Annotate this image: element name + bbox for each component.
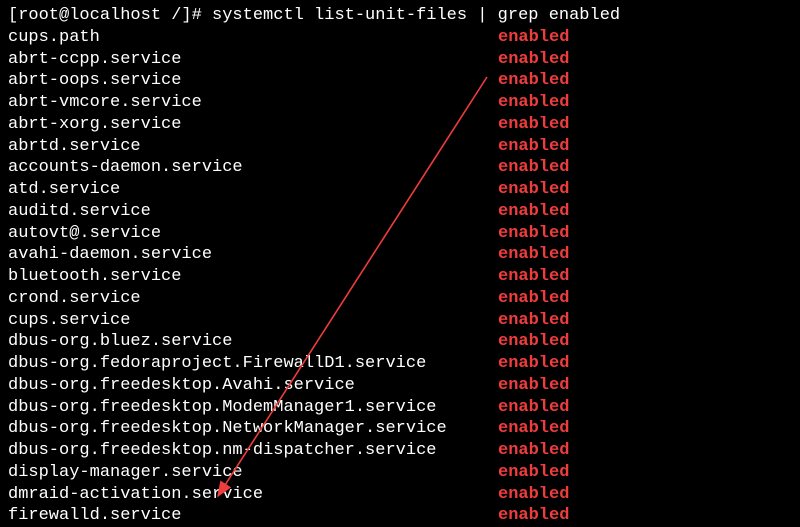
unit-state: enabled: [498, 179, 569, 201]
unit-row: dmraid-activation.serviceenabled: [8, 484, 792, 506]
unit-name: autovt@.service: [8, 223, 498, 245]
unit-row: cups.serviceenabled: [8, 310, 792, 332]
unit-state: enabled: [498, 462, 569, 484]
unit-row: autovt@.serviceenabled: [8, 223, 792, 245]
unit-state: enabled: [498, 114, 569, 136]
unit-name: cups.path: [8, 27, 498, 49]
unit-row: dbus-org.freedesktop.nm-dispatcher.servi…: [8, 440, 792, 462]
unit-row: dbus-org.bluez.serviceenabled: [8, 331, 792, 353]
unit-state: enabled: [498, 418, 569, 440]
unit-state: enabled: [498, 223, 569, 245]
unit-name: dbus-org.fedoraproject.FirewallD1.servic…: [8, 353, 498, 375]
unit-state: enabled: [498, 244, 569, 266]
unit-state: enabled: [498, 505, 569, 527]
unit-row: abrtd.serviceenabled: [8, 136, 792, 158]
unit-name: abrt-ccpp.service: [8, 49, 498, 71]
unit-row: display-manager.serviceenabled: [8, 462, 792, 484]
unit-name: dbus-org.freedesktop.ModemManager1.servi…: [8, 397, 498, 419]
unit-state: enabled: [498, 484, 569, 506]
unit-state: enabled: [498, 92, 569, 114]
unit-list: cups.pathenabledabrt-ccpp.serviceenabled…: [8, 27, 792, 527]
unit-state: enabled: [498, 353, 569, 375]
prompt-line: [root@localhost /]# systemctl list-unit-…: [8, 5, 792, 27]
unit-state: enabled: [498, 331, 569, 353]
unit-name: avahi-daemon.service: [8, 244, 498, 266]
unit-name: dbus-org.freedesktop.Avahi.service: [8, 375, 498, 397]
unit-row: atd.serviceenabled: [8, 179, 792, 201]
unit-name: cups.service: [8, 310, 498, 332]
unit-state: enabled: [498, 70, 569, 92]
unit-state: enabled: [498, 375, 569, 397]
unit-name: dbus-org.bluez.service: [8, 331, 498, 353]
unit-row: dbus-org.fedoraproject.FirewallD1.servic…: [8, 353, 792, 375]
unit-row: abrt-vmcore.serviceenabled: [8, 92, 792, 114]
unit-row: avahi-daemon.serviceenabled: [8, 244, 792, 266]
unit-name: dmraid-activation.service: [8, 484, 498, 506]
unit-row: abrt-xorg.serviceenabled: [8, 114, 792, 136]
unit-state: enabled: [498, 397, 569, 419]
unit-row: crond.serviceenabled: [8, 288, 792, 310]
unit-row: accounts-daemon.serviceenabled: [8, 157, 792, 179]
unit-row: dbus-org.freedesktop.ModemManager1.servi…: [8, 397, 792, 419]
unit-row: abrt-ccpp.serviceenabled: [8, 49, 792, 71]
unit-state: enabled: [498, 49, 569, 71]
unit-name: display-manager.service: [8, 462, 498, 484]
unit-name: firewalld.service: [8, 505, 498, 527]
unit-name: accounts-daemon.service: [8, 157, 498, 179]
unit-row: auditd.serviceenabled: [8, 201, 792, 223]
unit-name: abrtd.service: [8, 136, 498, 158]
unit-state: enabled: [498, 201, 569, 223]
unit-state: enabled: [498, 440, 569, 462]
unit-name: abrt-xorg.service: [8, 114, 498, 136]
unit-name: abrt-vmcore.service: [8, 92, 498, 114]
unit-state: enabled: [498, 157, 569, 179]
unit-state: enabled: [498, 266, 569, 288]
unit-name: bluetooth.service: [8, 266, 498, 288]
unit-row: abrt-oops.serviceenabled: [8, 70, 792, 92]
unit-state: enabled: [498, 288, 569, 310]
unit-name: crond.service: [8, 288, 498, 310]
unit-name: dbus-org.freedesktop.NetworkManager.serv…: [8, 418, 498, 440]
terminal-output[interactable]: [root@localhost /]# systemctl list-unit-…: [8, 5, 792, 527]
unit-state: enabled: [498, 27, 569, 49]
unit-name: atd.service: [8, 179, 498, 201]
unit-row: cups.pathenabled: [8, 27, 792, 49]
unit-name: abrt-oops.service: [8, 70, 498, 92]
unit-state: enabled: [498, 310, 569, 332]
unit-row: firewalld.serviceenabled: [8, 505, 792, 527]
unit-row: bluetooth.serviceenabled: [8, 266, 792, 288]
unit-name: dbus-org.freedesktop.nm-dispatcher.servi…: [8, 440, 498, 462]
unit-row: dbus-org.freedesktop.Avahi.serviceenable…: [8, 375, 792, 397]
unit-name: auditd.service: [8, 201, 498, 223]
unit-state: enabled: [498, 136, 569, 158]
unit-row: dbus-org.freedesktop.NetworkManager.serv…: [8, 418, 792, 440]
